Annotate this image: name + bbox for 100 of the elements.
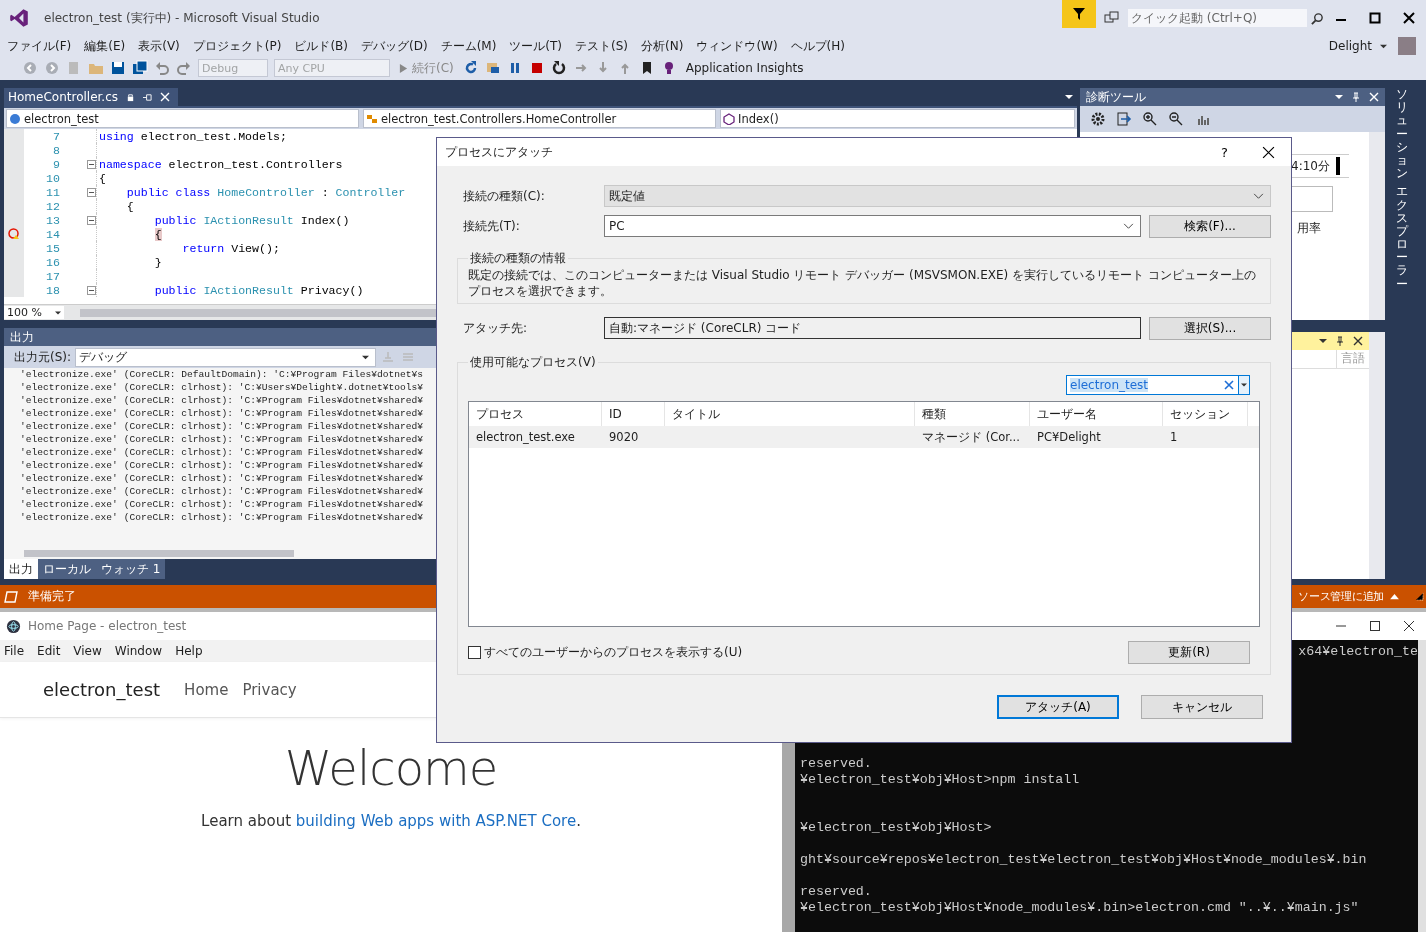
- zoom-out-icon[interactable]: [1168, 111, 1184, 127]
- menu-item[interactable]: プロジェクト(P): [187, 37, 287, 55]
- settings-icon[interactable]: [1090, 111, 1106, 127]
- line-number: 10: [45, 171, 60, 185]
- caret-icon[interactable]: [1065, 93, 1073, 101]
- notification-button[interactable]: [1062, 0, 1096, 28]
- breakpoint-icon[interactable]: [8, 228, 20, 240]
- user-name[interactable]: Delight: [1328, 39, 1372, 53]
- table-cell: 9020: [609, 430, 639, 444]
- caret-icon[interactable]: [1241, 382, 1247, 388]
- undo-icon[interactable]: [154, 60, 170, 76]
- member-dropdown[interactable]: Index(): [720, 109, 1075, 128]
- resize-grip-icon: [1415, 592, 1424, 601]
- window-title: Home Page - electron_test: [28, 619, 187, 633]
- save-all-icon[interactable]: [132, 60, 148, 76]
- menu-item[interactable]: Window: [114, 644, 163, 658]
- horizontal-scrollbar[interactable]: [24, 549, 294, 557]
- output-line: 'electronize.exe' (CoreCLR: clrhost): 'C:¥Program Files¥dotnet¥shared¥: [20, 498, 423, 511]
- save-icon[interactable]: [110, 60, 126, 76]
- solution-explorer-tab[interactable]: エクスプローラー: [1396, 185, 1408, 291]
- menu-item[interactable]: テスト(S): [570, 37, 634, 55]
- panel-title: 診断ツール: [1086, 88, 1146, 106]
- source-dropdown[interactable]: デバッグ: [75, 347, 377, 367]
- line-number: 16: [45, 255, 60, 269]
- caret-icon[interactable]: [1319, 337, 1327, 345]
- application-insights-button[interactable]: Application Insights: [682, 61, 807, 75]
- chevron-down-icon: [1123, 222, 1134, 230]
- close-icon[interactable]: [1262, 145, 1275, 159]
- menu-item[interactable]: チーム(M): [435, 37, 502, 55]
- caret-icon[interactable]: [1335, 93, 1343, 101]
- filter-icon: [1072, 7, 1086, 21]
- show-all-checkbox[interactable]: すべてのユーザーからのプロセスを表示する(U): [468, 644, 743, 661]
- menu-item[interactable]: ヘルプ(H): [785, 37, 850, 55]
- type-dropdown[interactable]: electron_test.Controllers.HomeController: [363, 109, 716, 128]
- source-label: 出力元(S):: [14, 348, 72, 366]
- export-icon[interactable]: [1116, 111, 1132, 127]
- connection-type-dropdown[interactable]: 既定値: [604, 185, 1271, 207]
- panel-tab[interactable]: 出力: [4, 559, 38, 579]
- field-label: 接続先(T):: [463, 217, 521, 235]
- menu-item[interactable]: File: [4, 644, 25, 658]
- project-dropdown[interactable]: electron_test: [6, 109, 359, 128]
- menu-item[interactable]: 編集(E): [79, 37, 131, 55]
- menu-item[interactable]: ビルド(B): [289, 37, 353, 55]
- pin-icon[interactable]: [1335, 336, 1345, 346]
- attach-to-field[interactable]: 自動:マネージド (CoreCLR) コード: [604, 317, 1141, 339]
- menu-item[interactable]: Help: [175, 644, 203, 658]
- welcome-heading: Welcome: [284, 740, 498, 796]
- menu-item[interactable]: デバッグ(D): [356, 37, 433, 55]
- redo-icon[interactable]: [176, 60, 192, 76]
- vertical-scrollbar[interactable]: [1418, 640, 1426, 932]
- field-label: 接続の種類(C):: [463, 187, 546, 205]
- menu-item[interactable]: Edit: [37, 644, 61, 658]
- dialog-button[interactable]: アタッチ(A): [997, 695, 1119, 719]
- caret-icon: [362, 353, 370, 361]
- restart-icon[interactable]: [550, 60, 567, 76]
- help-button[interactable]: ?: [1215, 143, 1234, 161]
- menu-item[interactable]: 分析(N): [636, 37, 689, 55]
- find-button[interactable]: 検索(F)...: [1149, 214, 1271, 238]
- info-text: 既定の接続では、このコンピューターまたは Visual Studio リモート デバッガー (MSVSMON.EXE) を実行しているリモート コンピューター上のプロセスを選択できます。: [468, 267, 1257, 299]
- zoom-in-icon[interactable]: [1142, 111, 1158, 127]
- code-line: {: [99, 171, 106, 185]
- solution-explorer-tab[interactable]: ソリューション: [1396, 88, 1408, 181]
- document-tab[interactable]: HomeController.cs: [4, 88, 179, 106]
- code-line: return View();: [181, 241, 280, 255]
- quick-launch-field[interactable]: クイック起動 (Ctrl+Q): [1128, 9, 1307, 27]
- brand-link[interactable]: electron_test: [43, 679, 161, 700]
- menu-item[interactable]: View: [73, 644, 102, 658]
- globe-icon: [9, 112, 21, 125]
- menu-item[interactable]: ファイル(F): [2, 37, 77, 55]
- output-line: 'electronize.exe' (CoreCLR: clrhost): 'C:¥Program Files¥dotnet¥shared¥: [20, 433, 423, 446]
- source-control-button[interactable]: ソース管理に追加: [1298, 589, 1399, 604]
- refresh-button[interactable]: 更新(R): [1128, 641, 1250, 664]
- filter-field[interactable]: electron_test: [1066, 375, 1250, 395]
- group-title: 接続の種類の情報: [469, 250, 567, 267]
- process-row[interactable]: electron_test.exe 9020 マネージド (Cor... PC¥Delight 1: [469, 426, 1259, 448]
- close-icon[interactable]: [1353, 336, 1363, 346]
- play-icon: [399, 63, 408, 73]
- menu-item[interactable]: 表示(V): [133, 37, 185, 55]
- lock-icon[interactable]: [126, 92, 136, 102]
- table-cell: マネージド (Cor...: [922, 429, 1020, 444]
- panel-tab[interactable]: ウォッチ 1: [96, 559, 166, 579]
- code-line: public IActionResult Index(): [153, 213, 350, 227]
- output-line: 'electronize.exe' (CoreCLR: clrhost): 'C:¥Program Files¥dotnet¥shared¥: [20, 511, 423, 524]
- dialog-button[interactable]: キャンセル: [1141, 695, 1263, 719]
- console-line: reserved.: [800, 756, 873, 772]
- zoom-dropdown[interactable]: 100 %: [4, 306, 64, 319]
- output-line: 'electronize.exe' (CoreCLR: DefaultDomain): 'C:¥Program Files¥dotnet¥s: [20, 368, 423, 381]
- nav-link[interactable]: Home: [184, 680, 229, 699]
- status-text: 準備完了: [28, 588, 76, 605]
- nav-link[interactable]: Privacy: [242, 680, 297, 699]
- docs-link[interactable]: building Web apps with ASP.NET Core: [295, 812, 577, 830]
- caret-up-icon: [1390, 593, 1399, 600]
- target-combo[interactable]: PC: [604, 215, 1141, 237]
- menu-item[interactable]: ウィンドウ(W): [691, 37, 783, 55]
- panel-tab[interactable]: ローカル: [38, 559, 96, 579]
- menu-item[interactable]: ツール(T): [504, 37, 568, 55]
- select-button[interactable]: 選択(S)...: [1149, 316, 1271, 340]
- line-number: 8: [52, 143, 60, 157]
- caret-icon[interactable]: [1380, 42, 1387, 50]
- breakpoint-margin[interactable]: [4, 227, 24, 241]
